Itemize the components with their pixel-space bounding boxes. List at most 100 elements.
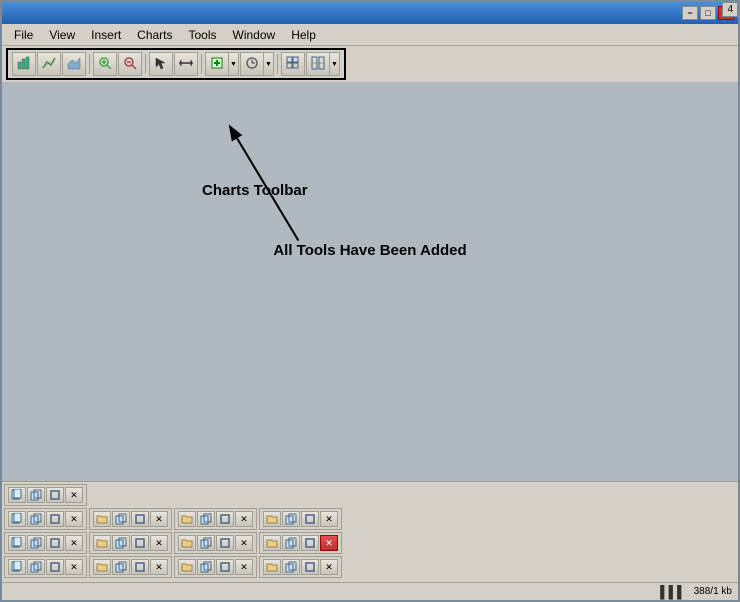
r2p3-copy-btn[interactable] (282, 535, 300, 551)
r3p0-sq-btn[interactable] (46, 559, 64, 575)
menu-window[interactable]: Window (225, 26, 284, 44)
p4-copy-btn[interactable] (282, 511, 300, 527)
menu-insert[interactable]: Insert (83, 26, 129, 44)
area-chart-icon (67, 56, 81, 73)
taskbar-row-2: ✕ ✕ (4, 532, 736, 554)
p4-folder-btn[interactable] (263, 511, 281, 527)
taskbar-row-3: ✕ ✕ (4, 556, 736, 578)
r2p2-folder-btn[interactable] (178, 535, 196, 551)
taskbar-panel-2-2: ✕ (174, 532, 257, 554)
r2p1-sq-btn[interactable] (131, 535, 149, 551)
r3p1-copy-btn[interactable] (112, 559, 130, 575)
r3p3-close-btn[interactable]: ✕ (320, 559, 338, 575)
p1-doc-btn[interactable] (8, 511, 26, 527)
chart-display-dropdown-arrow[interactable]: ▼ (330, 52, 340, 76)
insert-dropdown-arrow[interactable]: ▼ (229, 52, 239, 76)
taskbar-panel-1-3: ✕ (259, 508, 342, 530)
insert-icon (210, 56, 224, 73)
insert-button[interactable] (205, 52, 229, 76)
line-up-button[interactable] (37, 52, 61, 76)
range-select-icon (179, 56, 193, 73)
area-chart-button[interactable] (62, 52, 86, 76)
p2-copy-btn[interactable] (112, 511, 130, 527)
zoom-in-button[interactable] (93, 52, 117, 76)
r2p0-copy-btn[interactable] (27, 535, 45, 551)
line-up-icon (42, 56, 56, 73)
p1-copy-btn[interactable] (27, 511, 45, 527)
bar-chart-status-icon: ▌▌▌ (660, 585, 686, 599)
p4-close-btn[interactable]: ✕ (320, 511, 338, 527)
r3p0-close-btn[interactable]: ✕ (65, 559, 83, 575)
r3p0-doc-btn[interactable] (8, 559, 26, 575)
p1-sq-btn[interactable] (46, 511, 64, 527)
r3p3-copy-btn[interactable] (282, 559, 300, 575)
p3-close-btn[interactable]: ✕ (235, 511, 253, 527)
panel-close-btn[interactable]: ✕ (65, 487, 83, 503)
minimize-button[interactable]: − (682, 6, 698, 20)
p2-close-btn[interactable]: ✕ (150, 511, 168, 527)
r2p1-copy-btn[interactable] (112, 535, 130, 551)
p1-close-btn[interactable]: ✕ (65, 511, 83, 527)
maximize-button[interactable]: □ (700, 6, 716, 20)
p2-sq-btn[interactable] (131, 511, 149, 527)
charts-toolbar-label: Charts Toolbar (202, 182, 308, 199)
taskbar-panel-3-3: ✕ (259, 556, 342, 578)
separator3 (201, 54, 202, 74)
panel-doc-btn[interactable] (8, 487, 26, 503)
panel-copy-btn[interactable] (27, 487, 45, 503)
cursor-select-icon (154, 56, 168, 73)
chart-display-button[interactable] (306, 52, 330, 76)
r3p3-folder-btn[interactable] (263, 559, 281, 575)
zoom-out-button[interactable] (118, 52, 142, 76)
panel-sq-btn[interactable] (46, 487, 64, 503)
r3p2-sq-btn[interactable] (216, 559, 234, 575)
page-badge: 4 (722, 2, 738, 17)
taskbar-panel-1-0: ✕ (4, 508, 87, 530)
r3p0-copy-btn[interactable] (27, 559, 45, 575)
r3p2-close-btn[interactable]: ✕ (235, 559, 253, 575)
zoom-out-icon (123, 56, 137, 73)
time-button[interactable] (240, 52, 264, 76)
r3p1-folder-btn[interactable] (93, 559, 111, 575)
r3p2-copy-btn[interactable] (197, 559, 215, 575)
cursor-select-button[interactable] (149, 52, 173, 76)
r2p0-close-btn[interactable]: ✕ (65, 535, 83, 551)
r2p2-sq-btn[interactable] (216, 535, 234, 551)
r2p2-copy-btn[interactable] (197, 535, 215, 551)
p2-folder-btn[interactable] (93, 511, 111, 527)
grid-view-button[interactable] (281, 52, 305, 76)
r2p0-doc-btn[interactable] (8, 535, 26, 551)
insert-group: ▼ (205, 52, 239, 76)
p4-sq-btn[interactable] (301, 511, 319, 527)
menu-charts[interactable]: Charts (129, 26, 180, 44)
r2p3-close-btn-red[interactable]: ✕ (320, 535, 338, 551)
r3p3-sq-btn[interactable] (301, 559, 319, 575)
range-select-button[interactable] (174, 52, 198, 76)
r3p1-close-btn[interactable]: ✕ (150, 559, 168, 575)
r2p2-close-btn[interactable]: ✕ (235, 535, 253, 551)
status-info: 388/1 kb (694, 586, 732, 597)
p3-folder-btn[interactable] (178, 511, 196, 527)
r2p1-close-btn[interactable]: ✕ (150, 535, 168, 551)
r2p0-sq-btn[interactable] (46, 535, 64, 551)
r2p3-folder-btn[interactable] (263, 535, 281, 551)
menu-file[interactable]: File (6, 26, 41, 44)
r3p1-sq-btn[interactable] (131, 559, 149, 575)
r2p1-folder-btn[interactable] (93, 535, 111, 551)
annotation-arrow (2, 82, 738, 481)
p3-sq-btn[interactable] (216, 511, 234, 527)
r3p2-folder-btn[interactable] (178, 559, 196, 575)
menu-view[interactable]: View (41, 26, 83, 44)
time-icon (245, 56, 259, 73)
p3-copy-btn[interactable] (197, 511, 215, 527)
taskbar-panel-2-0: ✕ (4, 532, 87, 554)
menu-bar: File View Insert Charts Tools Window Hel… (2, 24, 738, 46)
title-bar: − □ ✕ (2, 2, 738, 24)
taskbar-panel-3-0: ✕ (4, 556, 87, 578)
bar-chart-button[interactable] (12, 52, 36, 76)
r2p3-sq-btn[interactable] (301, 535, 319, 551)
toolbar-area: ▼ ▼ (2, 46, 738, 82)
menu-tools[interactable]: Tools (181, 26, 225, 44)
time-dropdown-arrow[interactable]: ▼ (264, 52, 274, 76)
menu-help[interactable]: Help (283, 26, 324, 44)
